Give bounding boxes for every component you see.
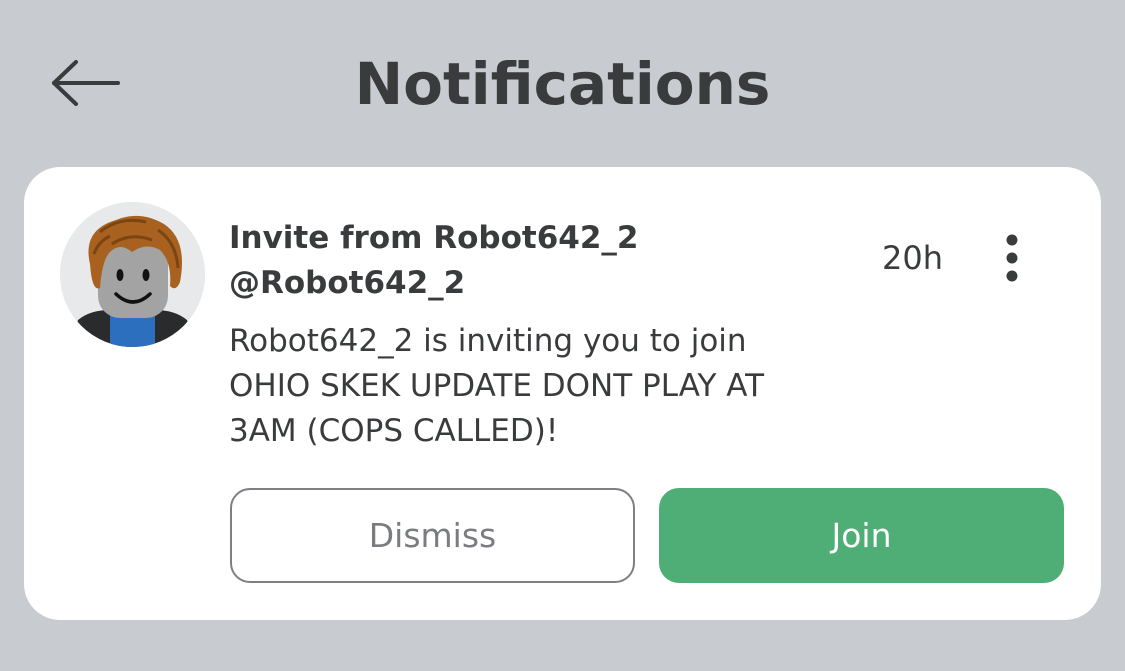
- join-button[interactable]: Join: [659, 488, 1064, 583]
- dismiss-button[interactable]: Dismiss: [230, 488, 635, 583]
- timestamp: 20h: [882, 239, 943, 277]
- page-title: Notifications: [354, 50, 771, 118]
- message-line: Robot642_2 is inviting you to join: [229, 323, 747, 359]
- more-vertical-icon: [1006, 234, 1018, 282]
- notification-card: Invite from Robot642_2 @Robot642_2 20h R…: [24, 167, 1101, 620]
- sender-username: @Robot642_2: [229, 265, 466, 301]
- notification-message: Robot642_2 is inviting you to join OHIO …: [229, 319, 829, 454]
- more-options-button[interactable]: [990, 229, 1034, 289]
- message-line: OHIO SKEK UPDATE DONT PLAY AT: [229, 368, 765, 404]
- message-line: 3AM (COPS CALLED)!: [229, 413, 559, 449]
- header-bar: Notifications: [0, 0, 1125, 166]
- notification-title: Invite from Robot642_2: [229, 220, 639, 256]
- avatar-image: [60, 202, 205, 347]
- avatar[interactable]: [60, 202, 205, 347]
